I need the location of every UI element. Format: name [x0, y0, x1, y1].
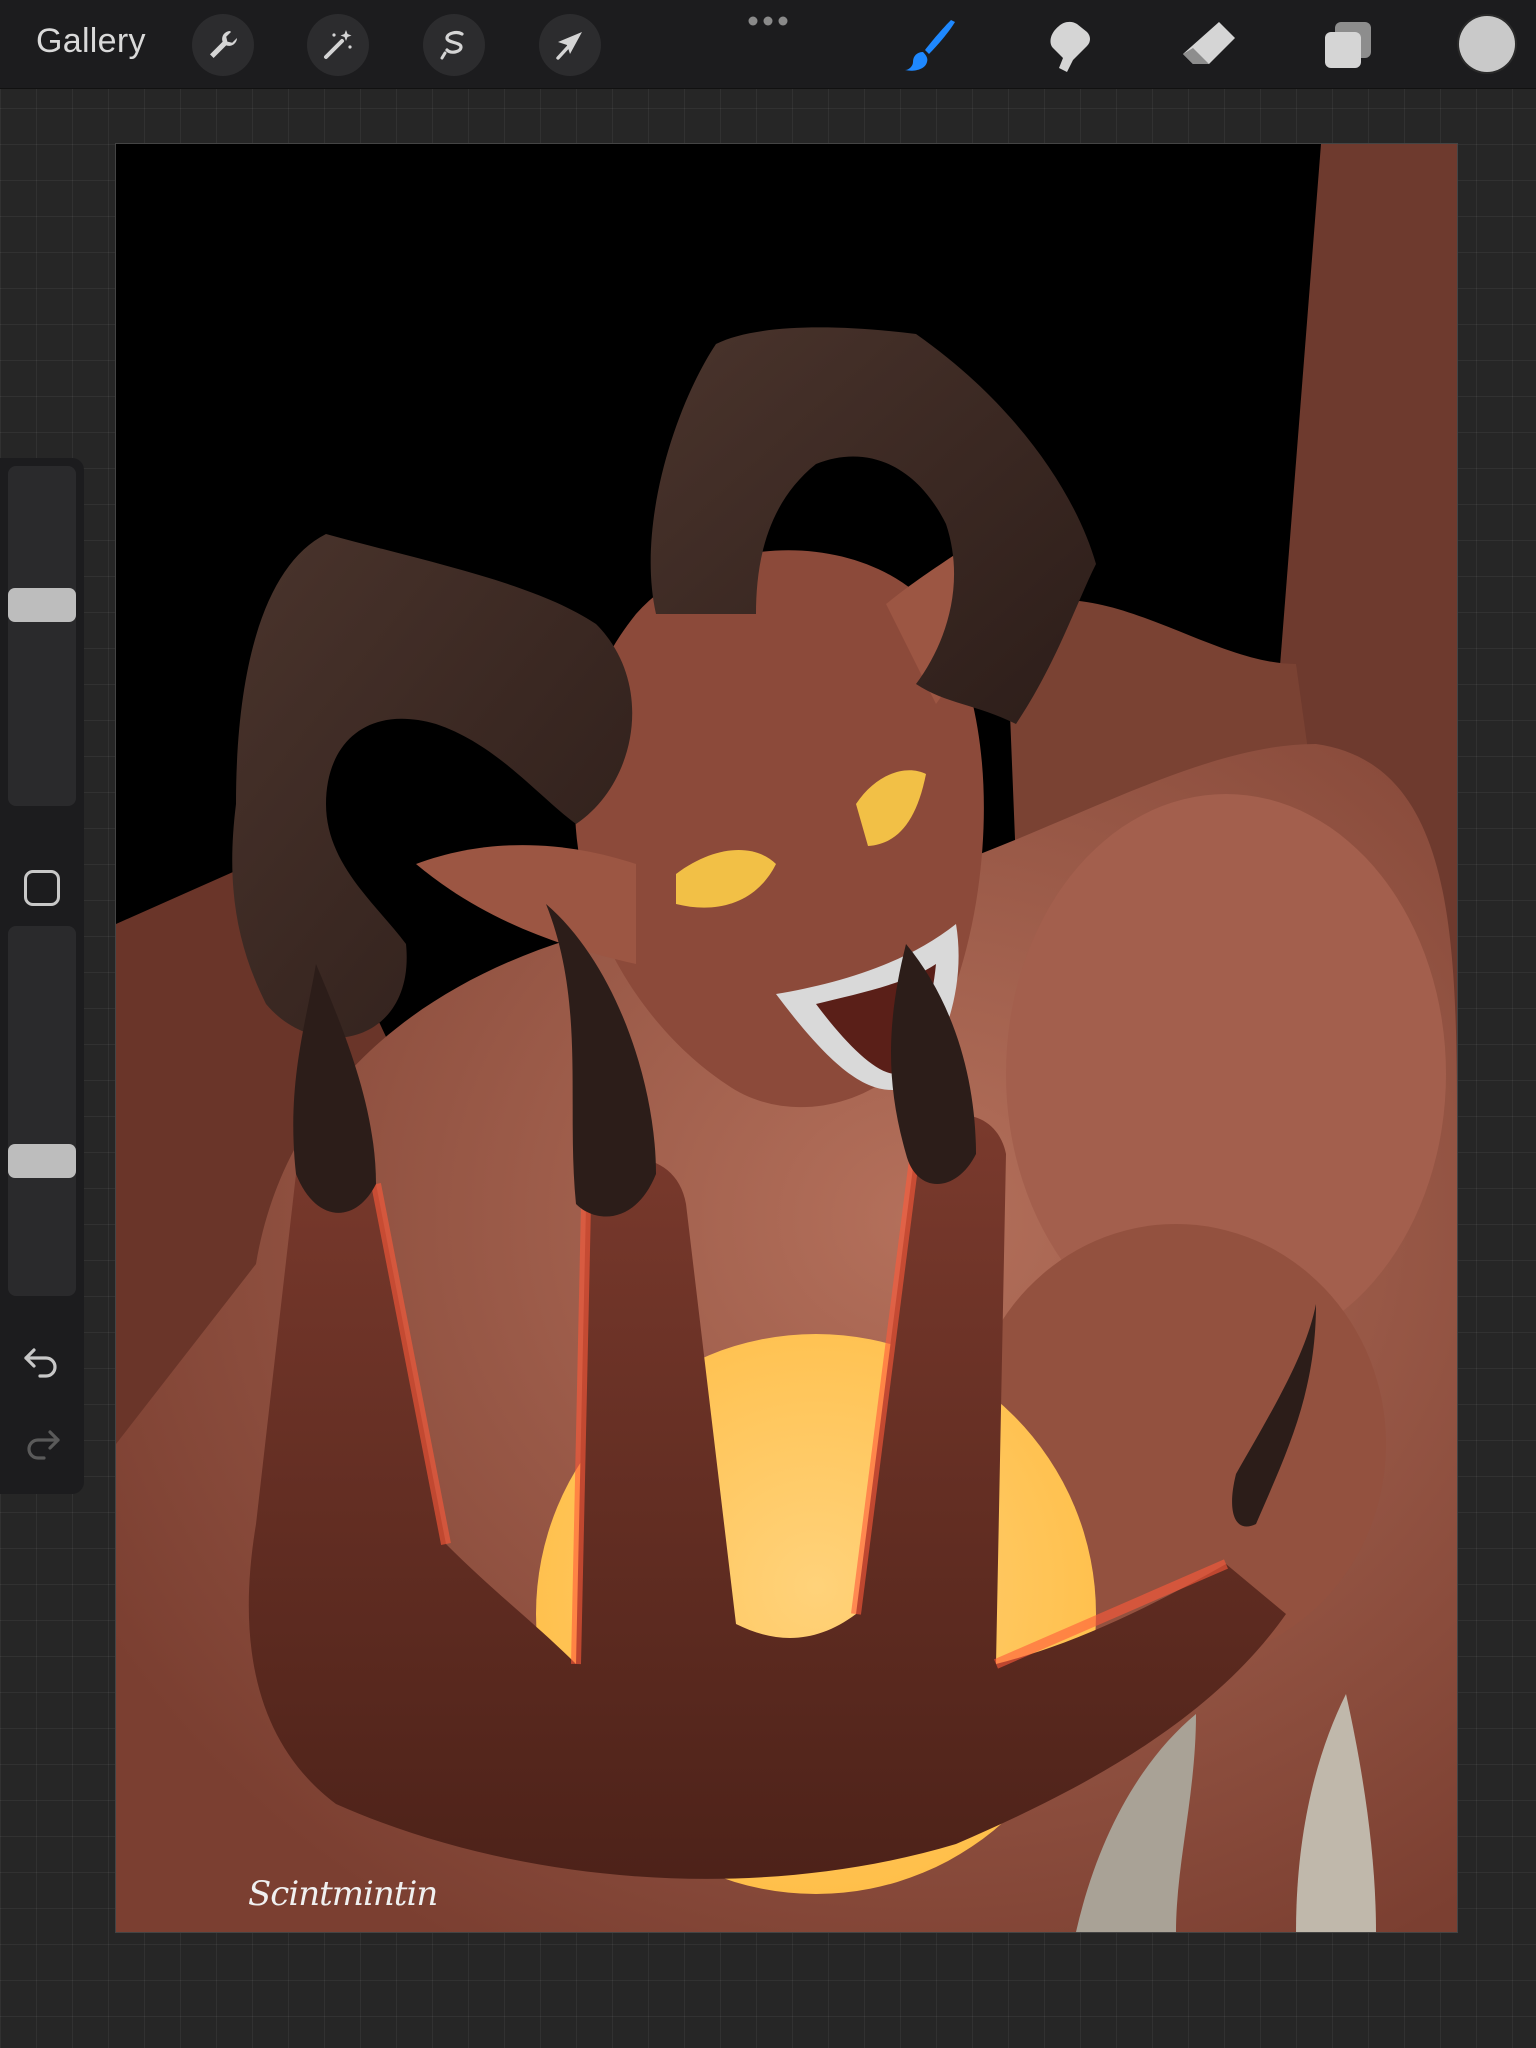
redo-icon[interactable]: [20, 1420, 64, 1464]
magic-wand-icon[interactable]: [307, 14, 369, 76]
artwork-canvas[interactable]: Scintmintin: [116, 144, 1457, 1932]
brush-size-slider-thumb[interactable]: [8, 588, 76, 623]
brush-size-slider[interactable]: [8, 466, 76, 806]
top-toolbar: Gallery: [0, 0, 1536, 89]
transform-arrow-icon[interactable]: [539, 14, 601, 76]
artist-signature: Scintmintin: [248, 1874, 438, 1914]
undo-icon[interactable]: [20, 1338, 64, 1382]
more-options-icon[interactable]: [746, 14, 790, 33]
brush-icon[interactable]: [897, 14, 961, 78]
demon-artwork: [116, 144, 1457, 1932]
color-swatch[interactable]: [1459, 16, 1515, 72]
opacity-slider[interactable]: [8, 926, 76, 1296]
gallery-button[interactable]: Gallery: [36, 22, 146, 61]
layers-icon[interactable]: [1315, 14, 1379, 78]
modify-button[interactable]: [24, 870, 60, 906]
wrench-icon[interactable]: [192, 14, 254, 76]
selection-icon[interactable]: [423, 14, 485, 76]
eraser-icon[interactable]: [1177, 14, 1241, 78]
left-sidebar: [0, 458, 84, 1494]
opacity-slider-thumb[interactable]: [8, 1144, 76, 1179]
smudge-icon[interactable]: [1037, 14, 1101, 78]
